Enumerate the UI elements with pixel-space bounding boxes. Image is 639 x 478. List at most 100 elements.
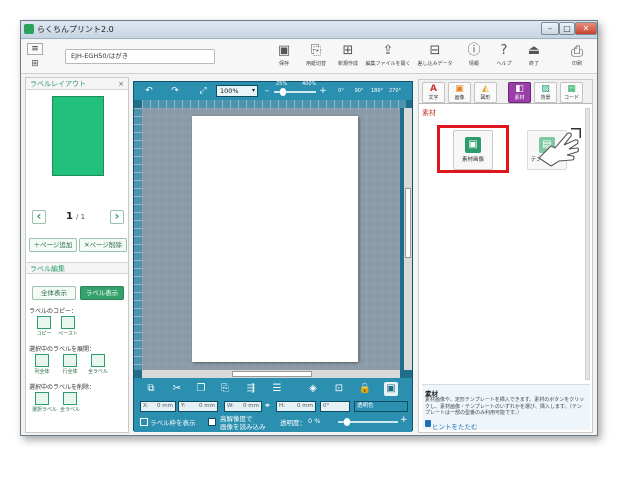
model-field[interactable]: EJH-EGH50/はがき bbox=[65, 49, 215, 64]
copy-icon[interactable]: ❐ bbox=[194, 382, 208, 396]
tab-background[interactable]: ▨ 背景 bbox=[534, 82, 557, 103]
menu-icon[interactable]: ≡ bbox=[27, 43, 43, 55]
redo-icon[interactable]: ↷ bbox=[168, 85, 182, 97]
hint-collapse-icon bbox=[425, 420, 431, 427]
postcard-paper[interactable] bbox=[192, 116, 358, 362]
paste-icon[interactable]: ⧉ bbox=[144, 382, 158, 396]
open-file-button[interactable]: ⇪ 編集ファイルを開く bbox=[365, 42, 411, 72]
maximize-button[interactable]: □ bbox=[559, 22, 575, 35]
expand-column-label: 列全体 bbox=[34, 369, 50, 375]
w-field[interactable]: W: 0 mm bbox=[224, 401, 262, 412]
cut-icon[interactable]: ✂ bbox=[170, 382, 184, 396]
rotate-90-button[interactable]: 90° bbox=[352, 85, 366, 97]
delete-page-button[interactable]: ✕ページ削除 bbox=[79, 238, 127, 252]
opacity-plus-icon[interactable]: + bbox=[400, 415, 408, 425]
zoom-in-icon[interactable]: + bbox=[316, 85, 330, 97]
copy-button[interactable]: コピー bbox=[34, 316, 54, 338]
workspace[interactable] bbox=[142, 108, 400, 370]
close-panel-icon[interactable]: × bbox=[118, 78, 124, 90]
view-all-button[interactable]: 全体表示 bbox=[32, 286, 76, 300]
close-button[interactable]: ✕ bbox=[575, 22, 597, 35]
highlight-frame bbox=[437, 125, 509, 173]
delete-selected-button[interactable]: 選択ラベル bbox=[32, 392, 57, 414]
rotate-180-button[interactable]: 180° bbox=[370, 85, 384, 97]
rotate-270-button[interactable]: 270° bbox=[388, 85, 402, 97]
paste-button[interactable]: ペースト bbox=[58, 316, 78, 338]
new-file-button[interactable]: ⊞ 新規作成 bbox=[331, 42, 365, 72]
exit-label: 終了 bbox=[528, 61, 539, 67]
y-field[interactable]: Y: 0 mm bbox=[178, 401, 218, 412]
fit-screen-icon[interactable]: ⤢ bbox=[196, 85, 210, 97]
tab-shape[interactable]: ◭ 図形 bbox=[474, 82, 497, 103]
copy-header: ラベルのコピー： bbox=[29, 308, 78, 315]
new-file-icon: ⊞ bbox=[342, 43, 354, 58]
rotate-0-button[interactable]: 0° bbox=[334, 85, 348, 97]
zoom-slider-handle[interactable] bbox=[280, 88, 286, 96]
text-tab-icon: A bbox=[430, 84, 437, 94]
hint-text: 素材画像や、定形テンプレートを挿入できます。素材のボタンをクリックし、素材画像・… bbox=[425, 397, 585, 416]
delete-all-button[interactable]: 全ラベル bbox=[60, 392, 80, 414]
tab-image[interactable]: ▣ 画像 bbox=[448, 82, 471, 103]
merge-data-icon: ⊟ bbox=[429, 43, 441, 58]
select-all-icon[interactable]: ⊡ bbox=[332, 382, 346, 396]
grid-icon[interactable]: ⊞ bbox=[27, 58, 43, 70]
zoom-select[interactable]: 100% ▾ bbox=[216, 85, 258, 97]
image-tab-label: 画像 bbox=[454, 95, 465, 101]
lock-icon[interactable]: 🔒 bbox=[358, 382, 372, 396]
text-tab-label: 文字 bbox=[428, 95, 439, 101]
h-field[interactable]: H: 0 mm bbox=[276, 401, 316, 412]
tab-code[interactable]: ▦ コード bbox=[560, 82, 583, 103]
w-label: W: bbox=[227, 403, 234, 409]
undo-icon[interactable]: ↶ bbox=[142, 85, 156, 97]
info-button[interactable]: ⓘ 情報 bbox=[457, 42, 491, 72]
vertical-scrollbar[interactable] bbox=[404, 108, 412, 370]
link-icon[interactable]: ⚭ bbox=[264, 401, 271, 410]
print-button[interactable]: ⎙ 印刷 bbox=[559, 42, 595, 72]
paper-switch-button[interactable]: ⎘ 用紙切替 bbox=[299, 42, 333, 72]
chevron-down-icon: ▾ bbox=[251, 87, 255, 94]
opacity-value: 0 % bbox=[308, 417, 321, 425]
h-label: H: bbox=[279, 403, 285, 409]
label-thumbnail[interactable] bbox=[52, 96, 104, 176]
hint-collapse-link[interactable]: ヒントをたたむ bbox=[432, 421, 478, 431]
exit-button[interactable]: ⏏ 終了 bbox=[517, 42, 551, 72]
expand-column-button[interactable]: 列全体 bbox=[32, 354, 52, 376]
angle-field[interactable]: 0° bbox=[320, 401, 350, 412]
copy-label: コピー bbox=[36, 331, 52, 337]
opacity-slider-handle[interactable] bbox=[344, 418, 350, 426]
group-icon[interactable]: ◈ bbox=[306, 382, 320, 396]
label-edit-header: ラベル編集 bbox=[26, 262, 128, 274]
zoom-out-icon[interactable]: – bbox=[260, 85, 274, 97]
w-value: 0 mm bbox=[243, 403, 259, 409]
exit-icon: ⏏ bbox=[527, 43, 541, 58]
opacity-label: 透明度： bbox=[280, 419, 306, 427]
add-page-button[interactable]: ＋ページ追加 bbox=[29, 238, 77, 252]
show-frame-checkbox[interactable] bbox=[140, 418, 148, 426]
material-scrollbar[interactable] bbox=[585, 108, 590, 380]
x-field[interactable]: X: 0 mm bbox=[140, 401, 176, 412]
delete-selected-icon bbox=[35, 392, 49, 405]
vertical-scroll-thumb[interactable] bbox=[405, 188, 411, 258]
prev-page-button[interactable]: ‹ bbox=[32, 210, 46, 224]
expand-row-button[interactable]: 行全体 bbox=[60, 354, 80, 376]
help-button[interactable]: ? ヘルプ bbox=[487, 42, 521, 72]
view-label-button[interactable]: ラベル表示 bbox=[80, 286, 124, 300]
horizontal-scroll-thumb[interactable] bbox=[232, 371, 312, 377]
arrange-icon[interactable]: ☰ bbox=[270, 382, 284, 396]
merge-data-button[interactable]: ⊟ 差し込みデータ bbox=[415, 42, 455, 72]
copy-icon bbox=[37, 316, 51, 329]
properties-icon[interactable]: ▣ bbox=[384, 382, 398, 396]
minimize-button[interactable]: – bbox=[541, 22, 559, 35]
image-tab-icon: ▣ bbox=[455, 84, 464, 94]
horizontal-scrollbar[interactable] bbox=[142, 370, 400, 378]
tab-material[interactable]: ◧ 素材 bbox=[508, 82, 531, 103]
align-icon[interactable]: ⇶ bbox=[244, 382, 258, 396]
duplicate-icon[interactable]: ⎘ bbox=[218, 382, 232, 396]
high-res-checkbox[interactable] bbox=[208, 418, 216, 426]
expand-all-button[interactable]: 全ラベル bbox=[88, 354, 108, 376]
save-button[interactable]: ▣ 保存 bbox=[267, 42, 301, 72]
next-page-button[interactable]: › bbox=[110, 210, 124, 224]
transparent-color-button[interactable]: 透明色 bbox=[354, 401, 408, 412]
printer-icon: ⎙ bbox=[570, 42, 583, 60]
tab-text[interactable]: A 文字 bbox=[422, 82, 445, 103]
